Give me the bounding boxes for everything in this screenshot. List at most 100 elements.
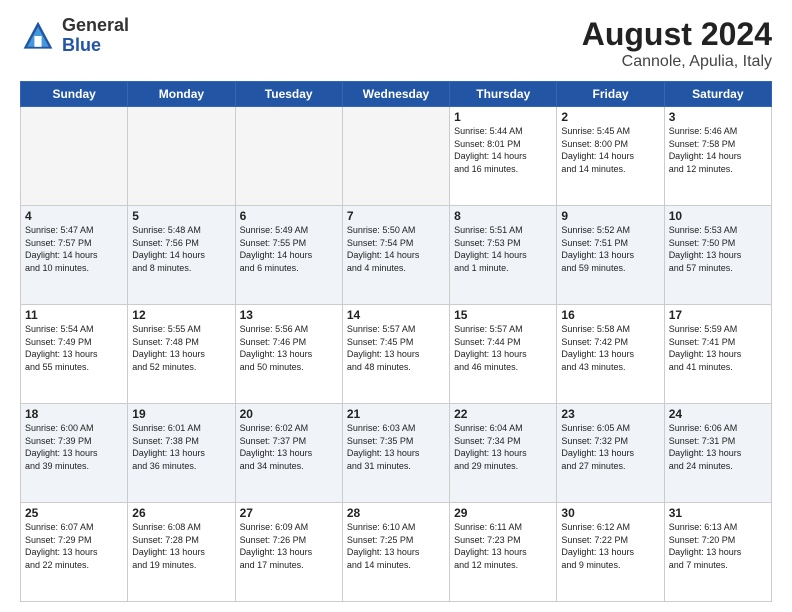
- logo-blue-text: Blue: [62, 36, 129, 56]
- day-number: 3: [669, 110, 767, 124]
- day-info: Sunrise: 6:01 AM Sunset: 7:38 PM Dayligh…: [132, 422, 230, 472]
- table-row: 30Sunrise: 6:12 AM Sunset: 7:22 PM Dayli…: [557, 503, 664, 602]
- day-info: Sunrise: 5:59 AM Sunset: 7:41 PM Dayligh…: [669, 323, 767, 373]
- day-number: 10: [669, 209, 767, 223]
- day-info: Sunrise: 5:51 AM Sunset: 7:53 PM Dayligh…: [454, 224, 552, 274]
- day-info: Sunrise: 6:02 AM Sunset: 7:37 PM Dayligh…: [240, 422, 338, 472]
- table-row: 19Sunrise: 6:01 AM Sunset: 7:38 PM Dayli…: [128, 404, 235, 503]
- table-row: 22Sunrise: 6:04 AM Sunset: 7:34 PM Dayli…: [450, 404, 557, 503]
- day-number: 29: [454, 506, 552, 520]
- table-row: 17Sunrise: 5:59 AM Sunset: 7:41 PM Dayli…: [664, 305, 771, 404]
- logo-text: General Blue: [62, 16, 129, 56]
- calendar-body: 1Sunrise: 5:44 AM Sunset: 8:01 PM Daylig…: [21, 107, 772, 602]
- page-title: August 2024: [582, 16, 772, 53]
- day-info: Sunrise: 6:07 AM Sunset: 7:29 PM Dayligh…: [25, 521, 123, 571]
- day-info: Sunrise: 5:50 AM Sunset: 7:54 PM Dayligh…: [347, 224, 445, 274]
- header-sunday: Sunday: [21, 82, 128, 107]
- day-number: 6: [240, 209, 338, 223]
- day-number: 11: [25, 308, 123, 322]
- day-info: Sunrise: 6:05 AM Sunset: 7:32 PM Dayligh…: [561, 422, 659, 472]
- calendar-header: Sunday Monday Tuesday Wednesday Thursday…: [21, 82, 772, 107]
- day-number: 25: [25, 506, 123, 520]
- day-info: Sunrise: 6:03 AM Sunset: 7:35 PM Dayligh…: [347, 422, 445, 472]
- weekday-header-row: Sunday Monday Tuesday Wednesday Thursday…: [21, 82, 772, 107]
- calendar-table: Sunday Monday Tuesday Wednesday Thursday…: [20, 81, 772, 602]
- table-row: 7Sunrise: 5:50 AM Sunset: 7:54 PM Daylig…: [342, 206, 449, 305]
- table-row: 15Sunrise: 5:57 AM Sunset: 7:44 PM Dayli…: [450, 305, 557, 404]
- logo-icon: [20, 18, 56, 54]
- table-row: 2Sunrise: 5:45 AM Sunset: 8:00 PM Daylig…: [557, 107, 664, 206]
- table-row: 6Sunrise: 5:49 AM Sunset: 7:55 PM Daylig…: [235, 206, 342, 305]
- day-info: Sunrise: 5:57 AM Sunset: 7:44 PM Dayligh…: [454, 323, 552, 373]
- day-info: Sunrise: 5:56 AM Sunset: 7:46 PM Dayligh…: [240, 323, 338, 373]
- day-info: Sunrise: 6:06 AM Sunset: 7:31 PM Dayligh…: [669, 422, 767, 472]
- table-row: 9Sunrise: 5:52 AM Sunset: 7:51 PM Daylig…: [557, 206, 664, 305]
- header: General Blue August 2024 Cannole, Apulia…: [20, 16, 772, 71]
- table-row: 14Sunrise: 5:57 AM Sunset: 7:45 PM Dayli…: [342, 305, 449, 404]
- day-info: Sunrise: 6:13 AM Sunset: 7:20 PM Dayligh…: [669, 521, 767, 571]
- day-number: 19: [132, 407, 230, 421]
- header-friday: Friday: [557, 82, 664, 107]
- day-info: Sunrise: 5:47 AM Sunset: 7:57 PM Dayligh…: [25, 224, 123, 274]
- day-number: 4: [25, 209, 123, 223]
- day-number: 22: [454, 407, 552, 421]
- table-row: 18Sunrise: 6:00 AM Sunset: 7:39 PM Dayli…: [21, 404, 128, 503]
- day-number: 20: [240, 407, 338, 421]
- calendar-week-row: 18Sunrise: 6:00 AM Sunset: 7:39 PM Dayli…: [21, 404, 772, 503]
- table-row: 21Sunrise: 6:03 AM Sunset: 7:35 PM Dayli…: [342, 404, 449, 503]
- day-info: Sunrise: 5:44 AM Sunset: 8:01 PM Dayligh…: [454, 125, 552, 175]
- table-row: 3Sunrise: 5:46 AM Sunset: 7:58 PM Daylig…: [664, 107, 771, 206]
- table-row: [342, 107, 449, 206]
- day-number: 31: [669, 506, 767, 520]
- header-wednesday: Wednesday: [342, 82, 449, 107]
- header-monday: Monday: [128, 82, 235, 107]
- day-info: Sunrise: 5:52 AM Sunset: 7:51 PM Dayligh…: [561, 224, 659, 274]
- logo-general-text: General: [62, 16, 129, 36]
- page: General Blue August 2024 Cannole, Apulia…: [0, 0, 792, 612]
- table-row: 5Sunrise: 5:48 AM Sunset: 7:56 PM Daylig…: [128, 206, 235, 305]
- table-row: 8Sunrise: 5:51 AM Sunset: 7:53 PM Daylig…: [450, 206, 557, 305]
- day-number: 5: [132, 209, 230, 223]
- table-row: 12Sunrise: 5:55 AM Sunset: 7:48 PM Dayli…: [128, 305, 235, 404]
- table-row: 25Sunrise: 6:07 AM Sunset: 7:29 PM Dayli…: [21, 503, 128, 602]
- table-row: 29Sunrise: 6:11 AM Sunset: 7:23 PM Dayli…: [450, 503, 557, 602]
- table-row: 24Sunrise: 6:06 AM Sunset: 7:31 PM Dayli…: [664, 404, 771, 503]
- table-row: 26Sunrise: 6:08 AM Sunset: 7:28 PM Dayli…: [128, 503, 235, 602]
- day-number: 26: [132, 506, 230, 520]
- day-number: 15: [454, 308, 552, 322]
- table-row: 31Sunrise: 6:13 AM Sunset: 7:20 PM Dayli…: [664, 503, 771, 602]
- day-number: 17: [669, 308, 767, 322]
- day-number: 8: [454, 209, 552, 223]
- title-block: August 2024 Cannole, Apulia, Italy: [582, 16, 772, 71]
- calendar-week-row: 1Sunrise: 5:44 AM Sunset: 8:01 PM Daylig…: [21, 107, 772, 206]
- header-saturday: Saturday: [664, 82, 771, 107]
- day-info: Sunrise: 5:48 AM Sunset: 7:56 PM Dayligh…: [132, 224, 230, 274]
- day-info: Sunrise: 6:08 AM Sunset: 7:28 PM Dayligh…: [132, 521, 230, 571]
- day-number: 27: [240, 506, 338, 520]
- day-number: 21: [347, 407, 445, 421]
- calendar-week-row: 11Sunrise: 5:54 AM Sunset: 7:49 PM Dayli…: [21, 305, 772, 404]
- day-info: Sunrise: 6:10 AM Sunset: 7:25 PM Dayligh…: [347, 521, 445, 571]
- table-row: 20Sunrise: 6:02 AM Sunset: 7:37 PM Dayli…: [235, 404, 342, 503]
- day-info: Sunrise: 5:54 AM Sunset: 7:49 PM Dayligh…: [25, 323, 123, 373]
- table-row: 16Sunrise: 5:58 AM Sunset: 7:42 PM Dayli…: [557, 305, 664, 404]
- page-subtitle: Cannole, Apulia, Italy: [582, 53, 772, 71]
- table-row: 4Sunrise: 5:47 AM Sunset: 7:57 PM Daylig…: [21, 206, 128, 305]
- table-row: [128, 107, 235, 206]
- table-row: [235, 107, 342, 206]
- day-number: 7: [347, 209, 445, 223]
- day-info: Sunrise: 5:57 AM Sunset: 7:45 PM Dayligh…: [347, 323, 445, 373]
- header-tuesday: Tuesday: [235, 82, 342, 107]
- day-info: Sunrise: 5:45 AM Sunset: 8:00 PM Dayligh…: [561, 125, 659, 175]
- day-number: 18: [25, 407, 123, 421]
- table-row: 27Sunrise: 6:09 AM Sunset: 7:26 PM Dayli…: [235, 503, 342, 602]
- day-number: 30: [561, 506, 659, 520]
- day-number: 14: [347, 308, 445, 322]
- day-info: Sunrise: 5:55 AM Sunset: 7:48 PM Dayligh…: [132, 323, 230, 373]
- table-row: [21, 107, 128, 206]
- day-number: 24: [669, 407, 767, 421]
- day-info: Sunrise: 6:00 AM Sunset: 7:39 PM Dayligh…: [25, 422, 123, 472]
- table-row: 13Sunrise: 5:56 AM Sunset: 7:46 PM Dayli…: [235, 305, 342, 404]
- day-number: 23: [561, 407, 659, 421]
- day-number: 12: [132, 308, 230, 322]
